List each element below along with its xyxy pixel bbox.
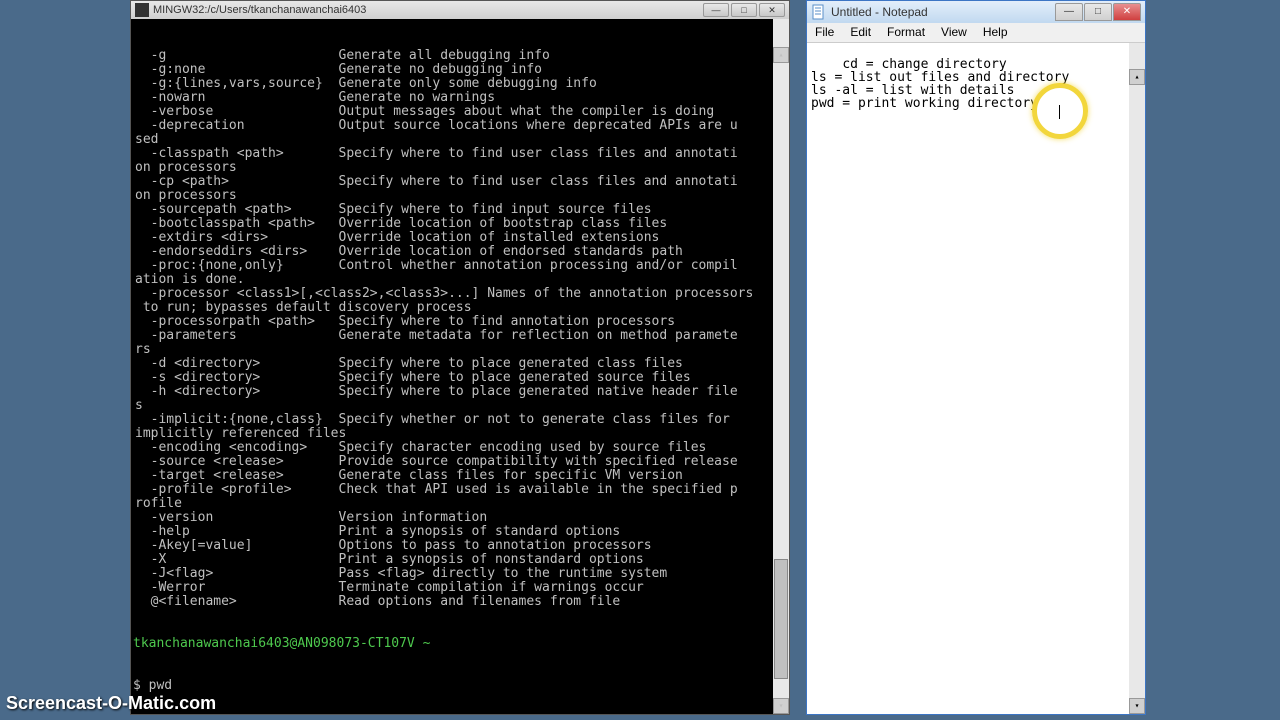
terminal-output-line: implicitly referenced files bbox=[135, 427, 787, 441]
close-button[interactable]: ✕ bbox=[759, 3, 785, 17]
terminal-output-line: rs bbox=[135, 343, 787, 357]
terminal-output-line: @<filename> Read options and filenames f… bbox=[135, 595, 787, 609]
terminal-output-line: -bootclasspath <path> Override location … bbox=[135, 217, 787, 231]
maximize-button[interactable]: □ bbox=[731, 3, 757, 17]
notepad-window-controls: — □ ✕ bbox=[1054, 3, 1141, 21]
terminal-output-line: -g Generate all debugging info bbox=[135, 49, 787, 63]
menu-help[interactable]: Help bbox=[975, 23, 1016, 42]
scroll-down-arrow[interactable]: ▾ bbox=[773, 698, 789, 714]
terminal-output-line: -Werror Terminate compilation if warning… bbox=[135, 581, 787, 595]
terminal-content[interactable]: -g Generate all debugging info -g:none G… bbox=[131, 19, 789, 714]
notepad-text: cd = change directory ls = list out file… bbox=[811, 57, 1069, 111]
menu-view[interactable]: View bbox=[933, 23, 975, 42]
terminal-output-line: -s <directory> Specify where to place ge… bbox=[135, 371, 787, 385]
maximize-button[interactable]: □ bbox=[1084, 3, 1112, 21]
scroll-up-arrow[interactable]: ▴ bbox=[773, 47, 789, 63]
terminal-output-line: -source <release> Provide source compati… bbox=[135, 455, 787, 469]
terminal-output-line: -verbose Output messages about what the … bbox=[135, 105, 787, 119]
terminal-scrollbar[interactable]: ▴ ▾ bbox=[773, 19, 789, 714]
terminal-output-line: -deprecation Output source locations whe… bbox=[135, 119, 787, 133]
terminal-output-line: -proc:{none,only} Control whether annota… bbox=[135, 259, 787, 273]
terminal-output-line: -endorseddirs <dirs> Override location o… bbox=[135, 245, 787, 259]
terminal-output-line: -extdirs <dirs> Override location of ins… bbox=[135, 231, 787, 245]
terminal-output-line: -classpath <path> Specify where to find … bbox=[135, 147, 787, 161]
terminal-output-line: -parameters Generate metadata for reflec… bbox=[135, 329, 787, 343]
terminal-output-line: rofile bbox=[135, 497, 787, 511]
menu-edit[interactable]: Edit bbox=[842, 23, 879, 42]
notepad-textarea[interactable]: cd = change directory ls = list out file… bbox=[807, 43, 1145, 714]
terminal-output-line: -profile <profile> Check that API used i… bbox=[135, 483, 787, 497]
terminal-output-line: -h <directory> Specify where to place ge… bbox=[135, 385, 787, 399]
notepad-menubar: File Edit Format View Help bbox=[807, 23, 1145, 43]
terminal-output-line: -g:{lines,vars,source} Generate only som… bbox=[135, 77, 787, 91]
terminal-output-line: -Akey[=value] Options to pass to annotat… bbox=[135, 539, 787, 553]
terminal-output-line: -target <release> Generate class files f… bbox=[135, 469, 787, 483]
notepad-window: Untitled - Notepad — □ ✕ File Edit Forma… bbox=[806, 0, 1146, 715]
command-line: $ pwd bbox=[133, 679, 787, 693]
annotation-highlight-circle bbox=[1032, 83, 1088, 139]
scroll-up-arrow[interactable]: ▴ bbox=[1129, 69, 1145, 85]
minimize-button[interactable]: — bbox=[703, 3, 729, 17]
prompt-line: tkanchanawanchai6403@AN098073-CT107V ~ bbox=[133, 636, 430, 651]
notepad-scrollbar[interactable]: ▴ ▾ bbox=[1129, 43, 1145, 714]
terminal-icon bbox=[135, 3, 149, 17]
terminal-output-line: -implicit:{none,class} Specify whether o… bbox=[135, 413, 787, 427]
terminal-output-line: -J<flag> Pass <flag> directly to the run… bbox=[135, 567, 787, 581]
terminal-output-line: on processors bbox=[135, 161, 787, 175]
terminal-output-line: on processors bbox=[135, 189, 787, 203]
terminal-output-line: -sourcepath <path> Specify where to find… bbox=[135, 203, 787, 217]
notepad-titlebar[interactable]: Untitled - Notepad — □ ✕ bbox=[807, 1, 1145, 23]
terminal-output-line: to run; bypasses default discovery proce… bbox=[135, 301, 787, 315]
terminal-output-line: -X Print a synopsis of nonstandard optio… bbox=[135, 553, 787, 567]
minimize-button[interactable]: — bbox=[1055, 3, 1083, 21]
scroll-down-arrow[interactable]: ▾ bbox=[1129, 698, 1145, 714]
watermark: Screencast-O-Matic.com bbox=[6, 693, 216, 714]
notepad-title: Untitled - Notepad bbox=[831, 5, 1054, 19]
terminal-output-line: -processor <class1>[,<class2>,<class3>..… bbox=[135, 287, 787, 301]
terminal-output-line: -g:none Generate no debugging info bbox=[135, 63, 787, 77]
terminal-output-line: -d <directory> Specify where to place ge… bbox=[135, 357, 787, 371]
terminal-output-line: s bbox=[135, 399, 787, 413]
menu-file[interactable]: File bbox=[807, 23, 842, 42]
terminal-output-line: sed bbox=[135, 133, 787, 147]
terminal-window-controls: — □ ✕ bbox=[703, 3, 785, 17]
terminal-title: MINGW32:/c/Users/tkanchanawanchai6403 bbox=[153, 4, 703, 16]
terminal-output-line: -help Print a synopsis of standard optio… bbox=[135, 525, 787, 539]
terminal-window: MINGW32:/c/Users/tkanchanawanchai6403 — … bbox=[130, 0, 790, 715]
terminal-titlebar[interactable]: MINGW32:/c/Users/tkanchanawanchai6403 — … bbox=[131, 1, 789, 19]
menu-format[interactable]: Format bbox=[879, 23, 933, 42]
text-cursor-icon bbox=[1059, 105, 1060, 119]
terminal-output-line: ation is done. bbox=[135, 273, 787, 287]
terminal-output-line: -processorpath <path> Specify where to f… bbox=[135, 315, 787, 329]
scroll-thumb[interactable] bbox=[774, 559, 788, 679]
notepad-icon bbox=[811, 4, 827, 20]
terminal-output-line: -cp <path> Specify where to find user cl… bbox=[135, 175, 787, 189]
terminal-output-line: -nowarn Generate no warnings bbox=[135, 91, 787, 105]
terminal-output-line: -encoding <encoding> Specify character e… bbox=[135, 441, 787, 455]
terminal-output-line: -version Version information bbox=[135, 511, 787, 525]
close-button[interactable]: ✕ bbox=[1113, 3, 1141, 21]
